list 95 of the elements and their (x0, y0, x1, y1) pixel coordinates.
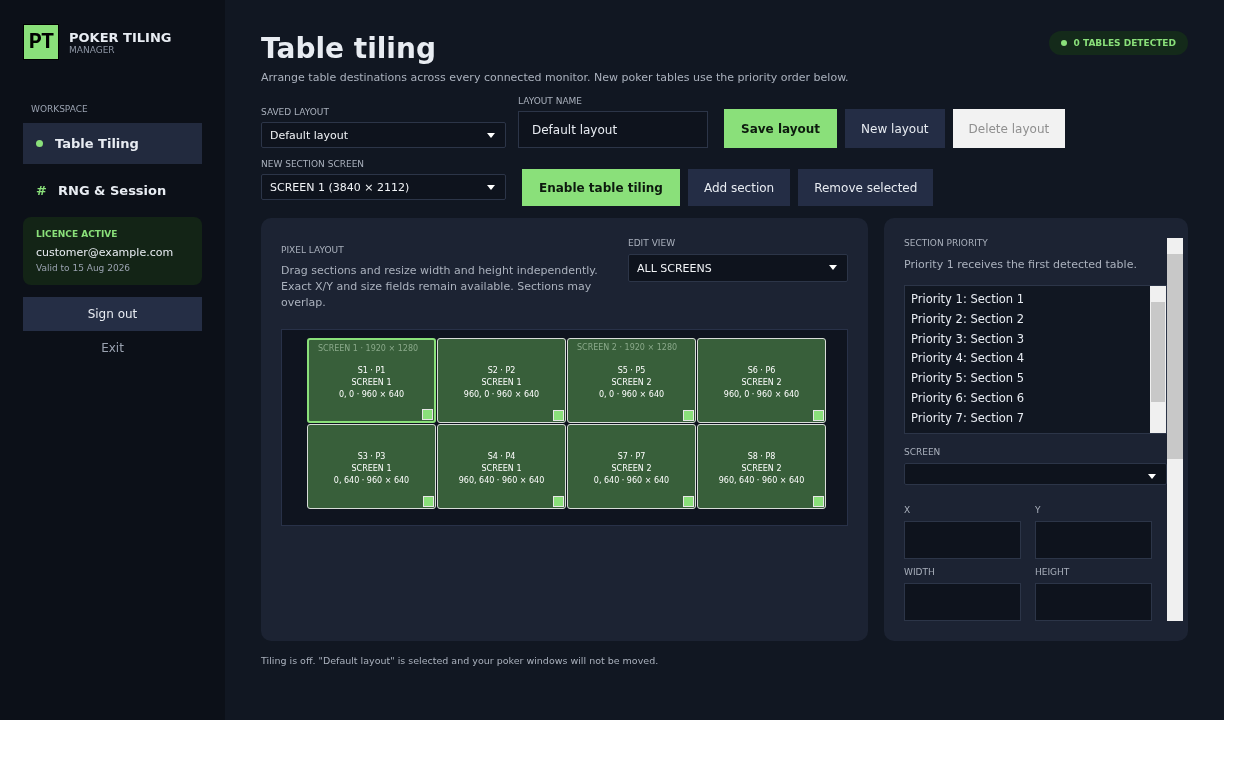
number-field[interactable] (904, 521, 1021, 559)
licence-validity: Valid to 15 Aug 2026 (36, 263, 132, 273)
resize-handle[interactable] (422, 409, 433, 420)
section-screen: SCREEN 2 (611, 376, 652, 389)
section-label: WORKSPACE (31, 104, 89, 114)
priority-item[interactable]: Priority 6: Section 6 (911, 389, 1144, 409)
number-field[interactable] (1035, 583, 1152, 621)
status-badge: 0 TABLES DETECTED (1048, 31, 1188, 55)
nav-item[interactable]: # RNG & Session (23, 170, 202, 211)
resize-handle[interactable] (683, 410, 694, 421)
resize-handle[interactable] (423, 496, 434, 507)
resize-handle[interactable] (553, 410, 564, 421)
field-label: SCREEN (904, 446, 942, 457)
priority-item[interactable]: Priority 4: Section 4 (911, 349, 1144, 370)
licence-email: customer@example.com (36, 246, 175, 259)
section-tile[interactable]: SCREEN 2 · 1920 × 1280 S5 · P5 SCREEN 2 0, 0 · 960 × 640 (567, 338, 696, 423)
section-geometry: 960, 640 · 960 × 640 (458, 474, 545, 487)
dot-icon (36, 140, 43, 147)
page-subtitle: Arrange table destinations across every connected monitor. New poker tables use the priority order below. (261, 71, 849, 84)
section-tile[interactable]: S7 · P7 SCREEN 2 0, 640 · 960 × 640 (567, 424, 696, 509)
field-label: SAVED LAYOUT (261, 107, 330, 117)
licence-status: LICENCE ACTIVE (36, 229, 119, 239)
field-label: NEW SECTION SCREEN (261, 159, 366, 169)
priority-item[interactable]: Priority 5: Section 5 (911, 369, 1144, 389)
priority-item[interactable]: Priority 1: Section 1 (911, 290, 1144, 310)
app-subtitle: MANAGER (69, 44, 116, 55)
status-message: Tiling is off. "Default layout" is selected and your poker windows will not be moved. (261, 655, 660, 666)
screen-dropdown[interactable]: SCREEN 1 (3840 × 2112) (261, 174, 506, 200)
edit-view-dropdown[interactable]: ALL SCREENS (628, 254, 848, 282)
section-button[interactable]: Add section (687, 169, 791, 206)
section-button[interactable]: Remove selected (798, 169, 934, 206)
priority-item[interactable]: Priority 3: Section 3 (911, 329, 1144, 350)
sign-out-button[interactable]: Sign out (23, 297, 202, 331)
scrollbar[interactable] (1150, 286, 1166, 433)
section-screen: SCREEN 2 (741, 462, 782, 475)
section-tile[interactable]: S6 · P6 SCREEN 2 960, 0 · 960 × 640 (697, 338, 826, 423)
resize-handle[interactable] (813, 496, 824, 507)
resize-handle[interactable] (813, 410, 824, 421)
panel-title: PIXEL LAYOUT (281, 245, 344, 255)
number-field[interactable] (1035, 521, 1152, 559)
screen-caption: SCREEN 1 · 1920 × 1280 (318, 344, 419, 353)
panel-description: Priority 1 receives the first detected table. (904, 257, 1138, 273)
priority-item[interactable]: Priority 2: Section 2 (911, 309, 1144, 330)
priority-list[interactable]: Priority 1: Section 1 Priority 2: Section 2 Priority 3: Section 3 Priority 4: Section 4 Priority 5: Section 5 Priority 6: Section 6 Priority 7: Section 7 (904, 285, 1167, 434)
field-label: X (904, 505, 912, 515)
field-label: WIDTH (904, 567, 936, 577)
number-field[interactable] (904, 583, 1021, 621)
layout-name-field[interactable]: Default layout (518, 111, 708, 148)
scrollbar[interactable] (1167, 238, 1183, 621)
section-name: S2 · P2 (487, 364, 516, 377)
section-button[interactable]: Enable table tiling (522, 169, 680, 206)
section-tile[interactable]: SCREEN 1 · 1920 × 1280 S1 · P1 SCREEN 1 0, 0 · 960 × 640 (307, 338, 436, 423)
section-name: S3 · P3 (357, 450, 386, 463)
resize-handle[interactable] (553, 496, 564, 507)
section-name: S7 · P7 (617, 450, 646, 463)
section-geometry: 0, 0 · 960 × 640 (338, 388, 405, 401)
layout-button[interactable]: Save layout (724, 109, 838, 148)
section-tile[interactable]: S2 · P2 SCREEN 1 960, 0 · 960 × 640 (437, 338, 566, 423)
field-label: Y (1035, 505, 1042, 515)
section-screen: SCREEN 2 (611, 462, 652, 475)
exit-button[interactable]: Exit (97, 337, 128, 359)
section-geometry: 0, 640 · 960 × 640 (593, 474, 670, 487)
section-tile[interactable]: S4 · P4 SCREEN 1 960, 640 · 960 × 640 (437, 424, 566, 509)
section-name: S4 · P4 (487, 450, 516, 463)
field-label: EDIT VIEW (628, 238, 677, 248)
section-name: S5 · P5 (617, 364, 646, 377)
section-screen: SCREEN 2 (741, 376, 782, 389)
section-tile[interactable]: S8 · P8 SCREEN 2 960, 640 · 960 × 640 (697, 424, 826, 509)
section-name: S8 · P8 (747, 450, 776, 463)
section-geometry: 960, 0 · 960 × 640 (463, 388, 540, 401)
saved-layout-dropdown[interactable]: Default layout (261, 122, 506, 148)
priority-item[interactable]: Priority 7: Section 7 (911, 408, 1144, 429)
section-geometry: 0, 640 · 960 × 640 (333, 474, 410, 487)
layout-button[interactable]: New layout (845, 109, 945, 148)
section-geometry: 960, 640 · 960 × 640 (718, 474, 805, 487)
section-screen: SCREEN 1 (481, 462, 522, 475)
section-name: S6 · P6 (747, 364, 776, 377)
section-screen: SCREEN 1 (481, 376, 522, 389)
resize-handle[interactable] (683, 496, 694, 507)
section-geometry: 0, 0 · 960 × 640 (598, 388, 665, 401)
section-screen: SCREEN 1 (351, 462, 392, 475)
nav-item[interactable]: Table Tiling (23, 123, 202, 164)
section-tile[interactable]: S3 · P3 SCREEN 1 0, 640 · 960 × 640 (307, 424, 436, 509)
field-label: HEIGHT (1035, 567, 1071, 577)
section-screen: SCREEN 1 (351, 376, 392, 389)
app-logo: PT (23, 24, 59, 60)
panel-description: Drag sections and resize width and height independently. Exact X/Y and size fields remain available. Sections may overlap. (281, 263, 599, 311)
section-geometry: 960, 0 · 960 × 640 (723, 388, 800, 401)
app-title: POKER TILING (69, 29, 172, 45)
field-label: LAYOUT NAME (518, 96, 584, 106)
page-title: Table tiling (261, 32, 437, 65)
screen-dropdown[interactable] (904, 462, 1167, 485)
section-name: S1 · P1 (357, 364, 386, 377)
panel-title: SECTION PRIORITY (904, 238, 989, 248)
screen-caption: SCREEN 2 · 1920 × 1280 (577, 343, 678, 352)
